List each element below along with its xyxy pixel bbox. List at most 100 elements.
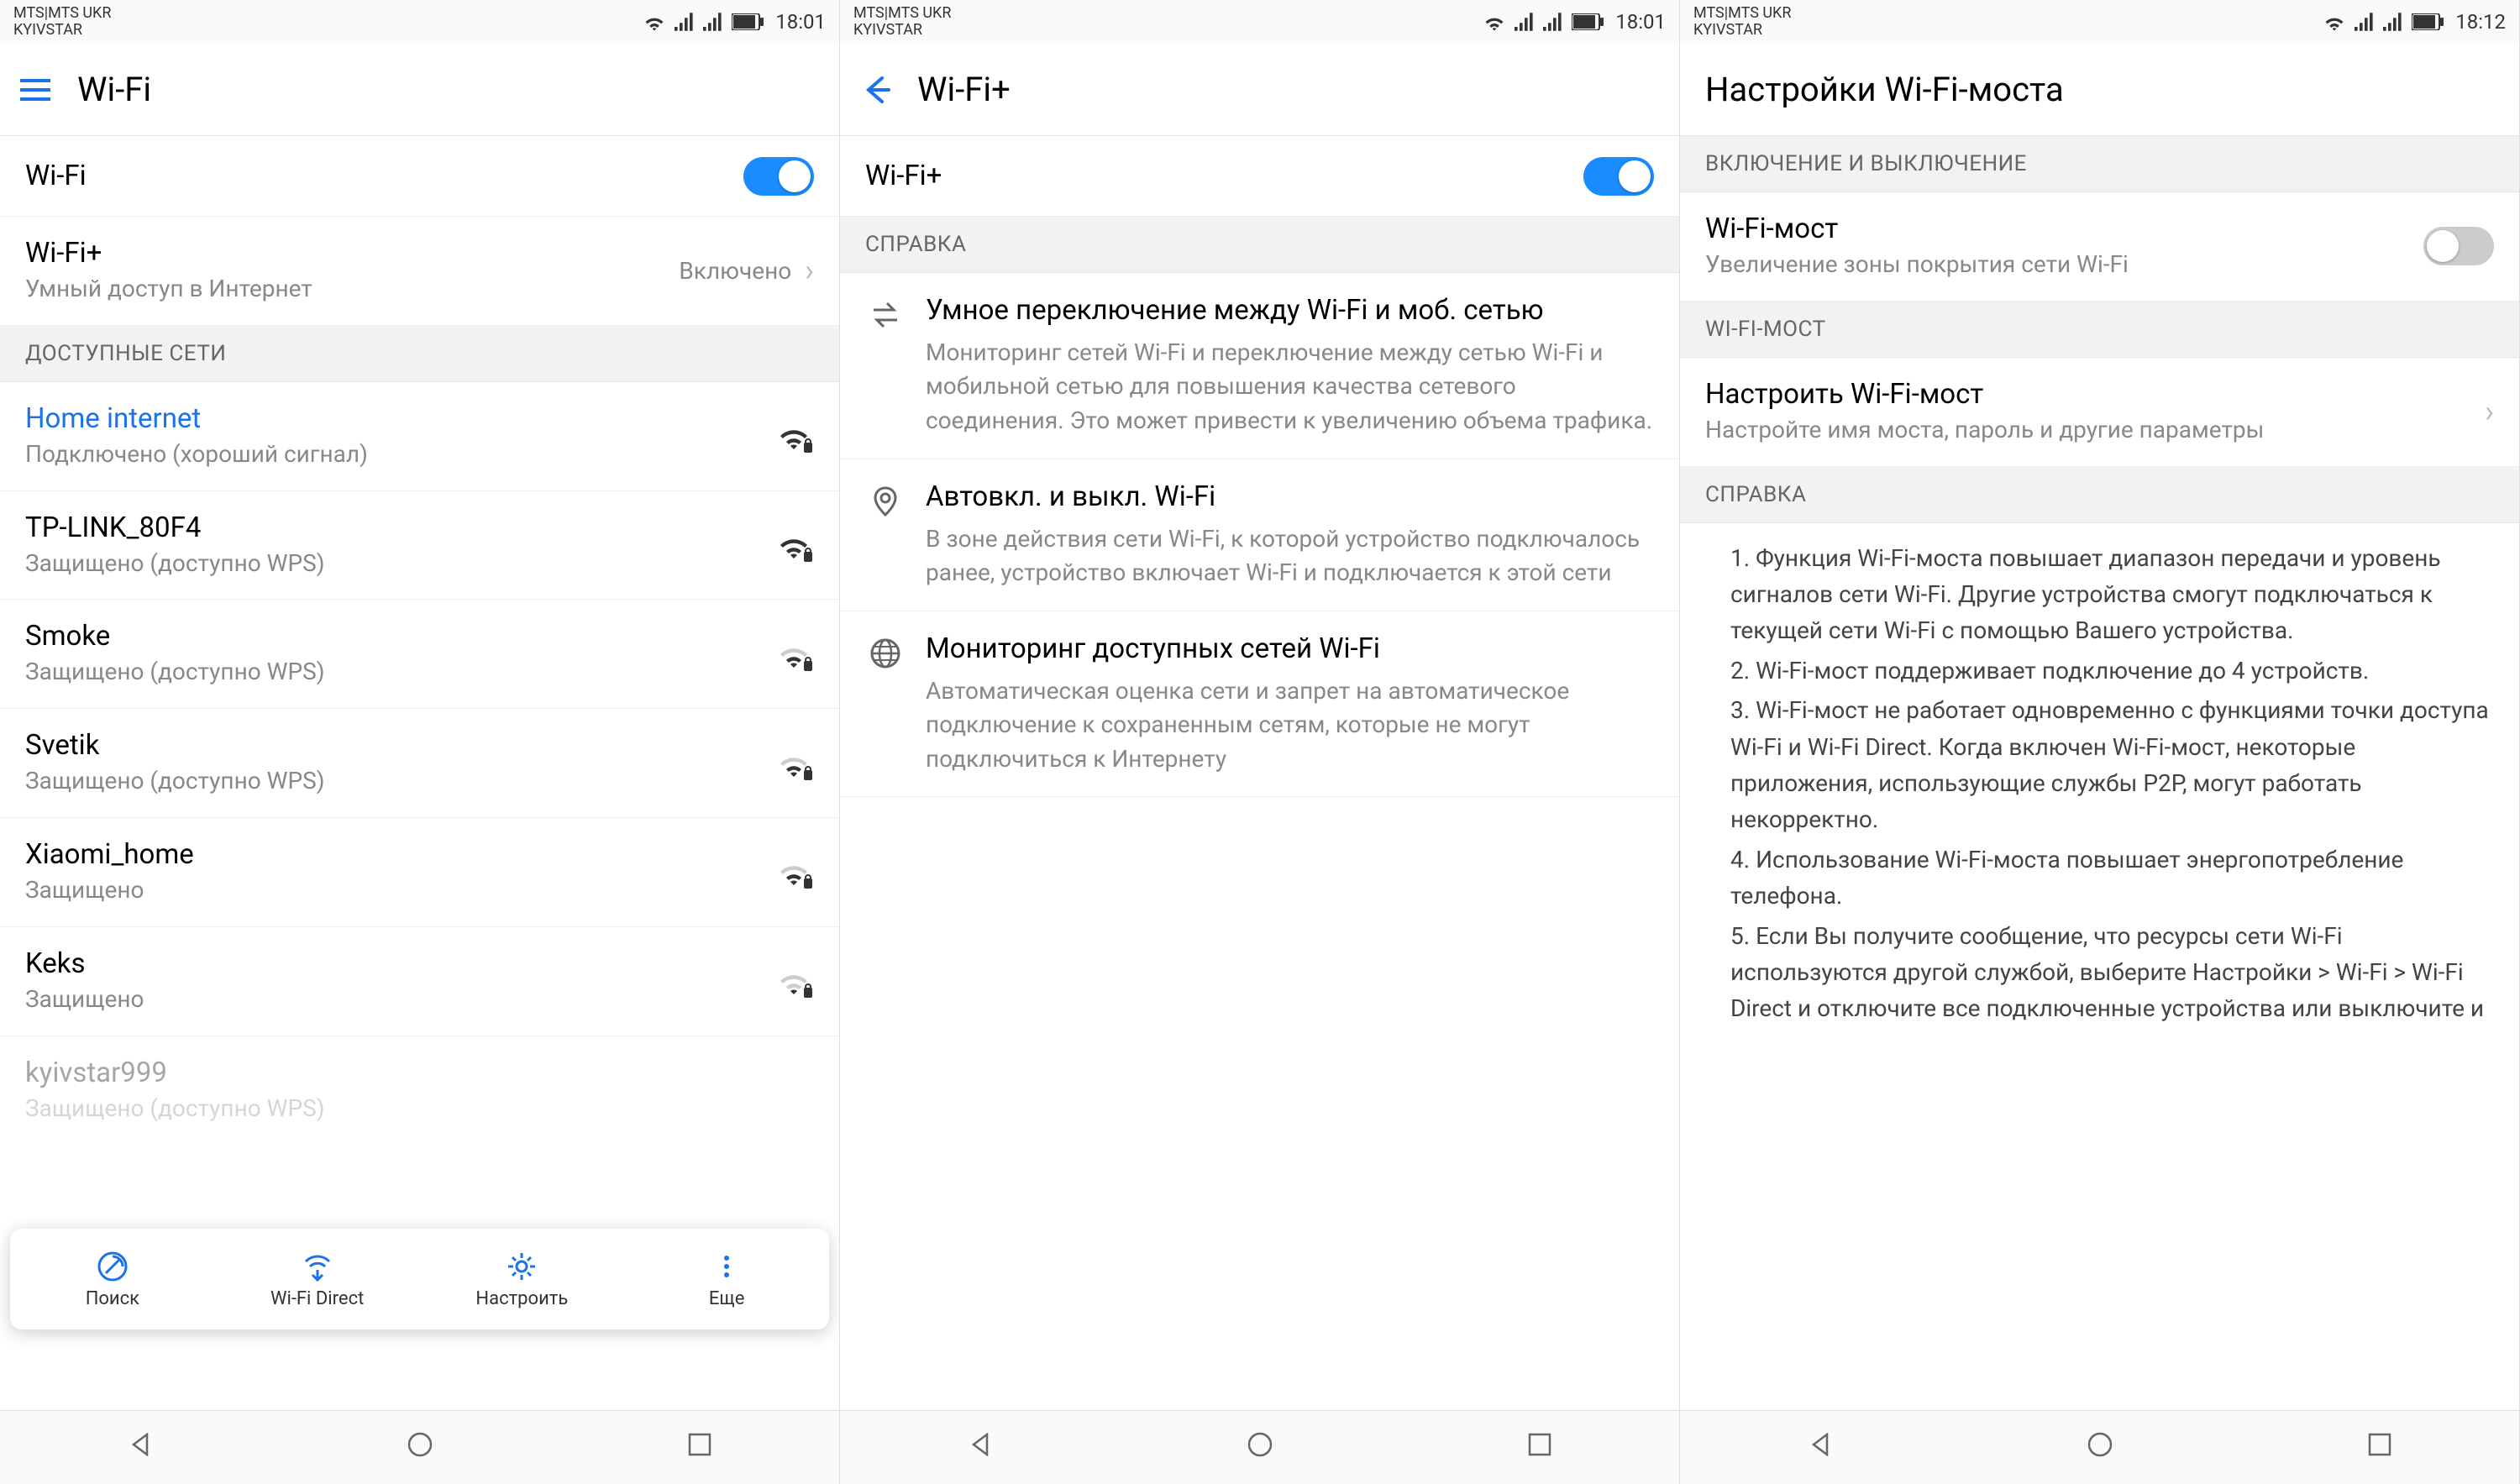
configure-title: Настроить Wi-Fi-мост: [1705, 378, 2485, 411]
back-button[interactable]: [857, 71, 894, 108]
app-bar: Wi-Fi: [0, 44, 839, 136]
network-sub: Защищено: [25, 874, 774, 906]
help-line: 4. Использование Wi-Fi-моста повышает эн…: [1730, 842, 2494, 915]
action-label: Настроить: [475, 1288, 568, 1309]
wifi-label: Wi-Fi: [25, 160, 743, 192]
status-time: 18:01: [1615, 10, 1666, 34]
network-sub: Защищено (доступно WPS): [25, 548, 774, 579]
signal-icon-1: [675, 13, 695, 31]
page-title: Wi-Fi: [77, 70, 151, 109]
action-configure[interactable]: Настроить: [420, 1250, 625, 1309]
network-row[interactable]: Svetik Защищено (доступно WPS): [0, 709, 839, 818]
help-line: 2. Wi-Fi-мост поддерживает подключение д…: [1730, 653, 2494, 689]
action-more[interactable]: Еще: [624, 1250, 829, 1309]
arrow-left-icon: [858, 73, 892, 107]
carrier-line2: KYIVSTAR: [13, 22, 643, 39]
bridge-toggle[interactable]: [2423, 227, 2494, 265]
nav-home[interactable]: [405, 1429, 435, 1466]
nav-back[interactable]: [1805, 1429, 1835, 1466]
nav-recent[interactable]: [1525, 1429, 1555, 1466]
bridge-sub: Увеличение зоны покрытия сети Wi-Fi: [1705, 249, 2423, 281]
status-bar: MTS|MTS UKR KYIVSTAR 18:12: [1680, 0, 2519, 44]
nav-recent[interactable]: [685, 1429, 715, 1466]
signal-icon-2: [703, 13, 723, 31]
wifi-toggle[interactable]: [743, 157, 814, 196]
gear-icon: [505, 1250, 538, 1283]
app-bar: Wi-Fi+: [840, 44, 1679, 136]
wifi-strength-icon: [774, 528, 814, 562]
search-icon: [96, 1250, 129, 1283]
wifi-strength-icon: [774, 855, 814, 889]
app-bar: Настройки Wi-Fi-моста: [1680, 44, 2519, 136]
configure-bridge-row[interactable]: Настроить Wi-Fi-мост Настройте имя моста…: [1680, 358, 2519, 467]
wifi-strength-icon: [774, 964, 814, 998]
wifi-plus-content: Wi-Fi+ СПРАВКА Умное переключение между …: [840, 136, 1679, 1410]
triangle-back-icon: [1805, 1429, 1835, 1460]
hamburger-icon: [18, 77, 52, 102]
network-row[interactable]: kyivstar999 Защищено (доступно WPS): [0, 1036, 839, 1145]
status-time: 18:12: [2455, 10, 2506, 34]
wifi-toggle-row[interactable]: Wi-Fi: [0, 136, 839, 217]
network-name: Svetik: [25, 729, 774, 762]
onoff-section-header: ВКЛЮЧЕНИЕ И ВЫКЛЮЧЕНИЕ: [1680, 136, 2519, 192]
status-time: 18:01: [775, 10, 826, 34]
wifi-plus-toggle-row[interactable]: Wi-Fi+: [840, 136, 1679, 217]
square-recent-icon: [1525, 1429, 1555, 1460]
help-item-auto-wifi: Автовкл. и выкл. Wi-Fi В зоне действия с…: [840, 459, 1679, 611]
signal-icon-2: [2383, 13, 2403, 31]
nav-back[interactable]: [965, 1429, 995, 1466]
carrier-line1: MTS|MTS UKR: [853, 4, 951, 22]
network-row[interactable]: TP-LINK_80F4 Защищено (доступно WPS): [0, 491, 839, 600]
wifi-strength-icon: [774, 637, 814, 671]
nav-back[interactable]: [125, 1429, 155, 1466]
menu-button[interactable]: [17, 71, 54, 108]
triangle-back-icon: [125, 1429, 155, 1460]
network-name: Smoke: [25, 620, 774, 653]
status-icons: 18:12: [2323, 10, 2506, 34]
network-sub: Защищено (доступно WPS): [25, 1093, 814, 1125]
nav-recent[interactable]: [2365, 1429, 2395, 1466]
status-bar: MTS|MTS UKR KYIVSTAR 18:01: [840, 0, 1679, 44]
help-desc: В зоне действия сети Wi-Fi, к которой ус…: [926, 522, 1654, 590]
wifi-plus-title: Wi-Fi+: [25, 237, 679, 270]
network-row[interactable]: Keks Защищено: [0, 927, 839, 1036]
help-text-block: 1. Функция Wi-Fi-моста повышает диапазон…: [1680, 523, 2519, 1047]
signal-icon-1: [1515, 13, 1535, 31]
globe-icon: [865, 632, 906, 777]
swap-icon: [865, 293, 906, 438]
battery-icon: [1572, 13, 1604, 30]
nav-home[interactable]: [2085, 1429, 2115, 1466]
help-desc: Мониторинг сетей Wi-Fi и переключение ме…: [926, 336, 1654, 438]
wifi-plus-sub: Умный доступ в Интернет: [25, 273, 679, 305]
status-carrier: MTS|MTS UKR KYIVSTAR: [13, 5, 643, 39]
action-wifi-direct[interactable]: Wi-Fi Direct: [215, 1250, 420, 1309]
nav-home[interactable]: [1245, 1429, 1275, 1466]
wifi-plus-row[interactable]: Wi-Fi+ Умный доступ в Интернет Включено …: [0, 217, 839, 326]
bridge-title: Wi-Fi-мост: [1705, 212, 2423, 245]
action-search[interactable]: Поиск: [10, 1250, 215, 1309]
wifi-plus-toggle[interactable]: [1583, 157, 1654, 196]
bridge-toggle-row[interactable]: Wi-Fi-мост Увеличение зоны покрытия сети…: [1680, 192, 2519, 302]
help-title: Автовкл. и выкл. Wi-Fi: [926, 480, 1654, 516]
more-icon: [710, 1250, 743, 1283]
networks-section-header: ДОСТУПНЫЕ СЕТИ: [0, 326, 839, 382]
help-line: 5. Если Вы получите сообщение, что ресур…: [1730, 918, 2494, 1027]
status-bar: MTS|MTS UKR KYIVSTAR 18:01: [0, 0, 839, 44]
nav-bar: [840, 1410, 1679, 1484]
network-row[interactable]: Xiaomi_home Защищено: [0, 818, 839, 927]
network-name: Keks: [25, 947, 774, 980]
network-name: kyivstar999: [25, 1057, 814, 1089]
network-row[interactable]: Home internet Подключено (хороший сигнал…: [0, 382, 839, 491]
signal-icon-1: [2355, 13, 2375, 31]
status-icons: 18:01: [643, 10, 826, 34]
nav-bar: [0, 1410, 839, 1484]
network-row[interactable]: Smoke Защищено (доступно WPS): [0, 600, 839, 709]
help-item-monitor: Мониторинг доступных сетей Wi-Fi Автомат…: [840, 611, 1679, 798]
carrier-line2: KYIVSTAR: [1693, 22, 2323, 39]
wifi-plus-status: Включено: [679, 257, 791, 285]
network-name: Home internet: [25, 402, 774, 435]
action-label: Wi-Fi Direct: [270, 1288, 364, 1309]
circle-home-icon: [405, 1429, 435, 1460]
network-sub: Защищено: [25, 983, 774, 1015]
help-title: Мониторинг доступных сетей Wi-Fi: [926, 632, 1654, 668]
